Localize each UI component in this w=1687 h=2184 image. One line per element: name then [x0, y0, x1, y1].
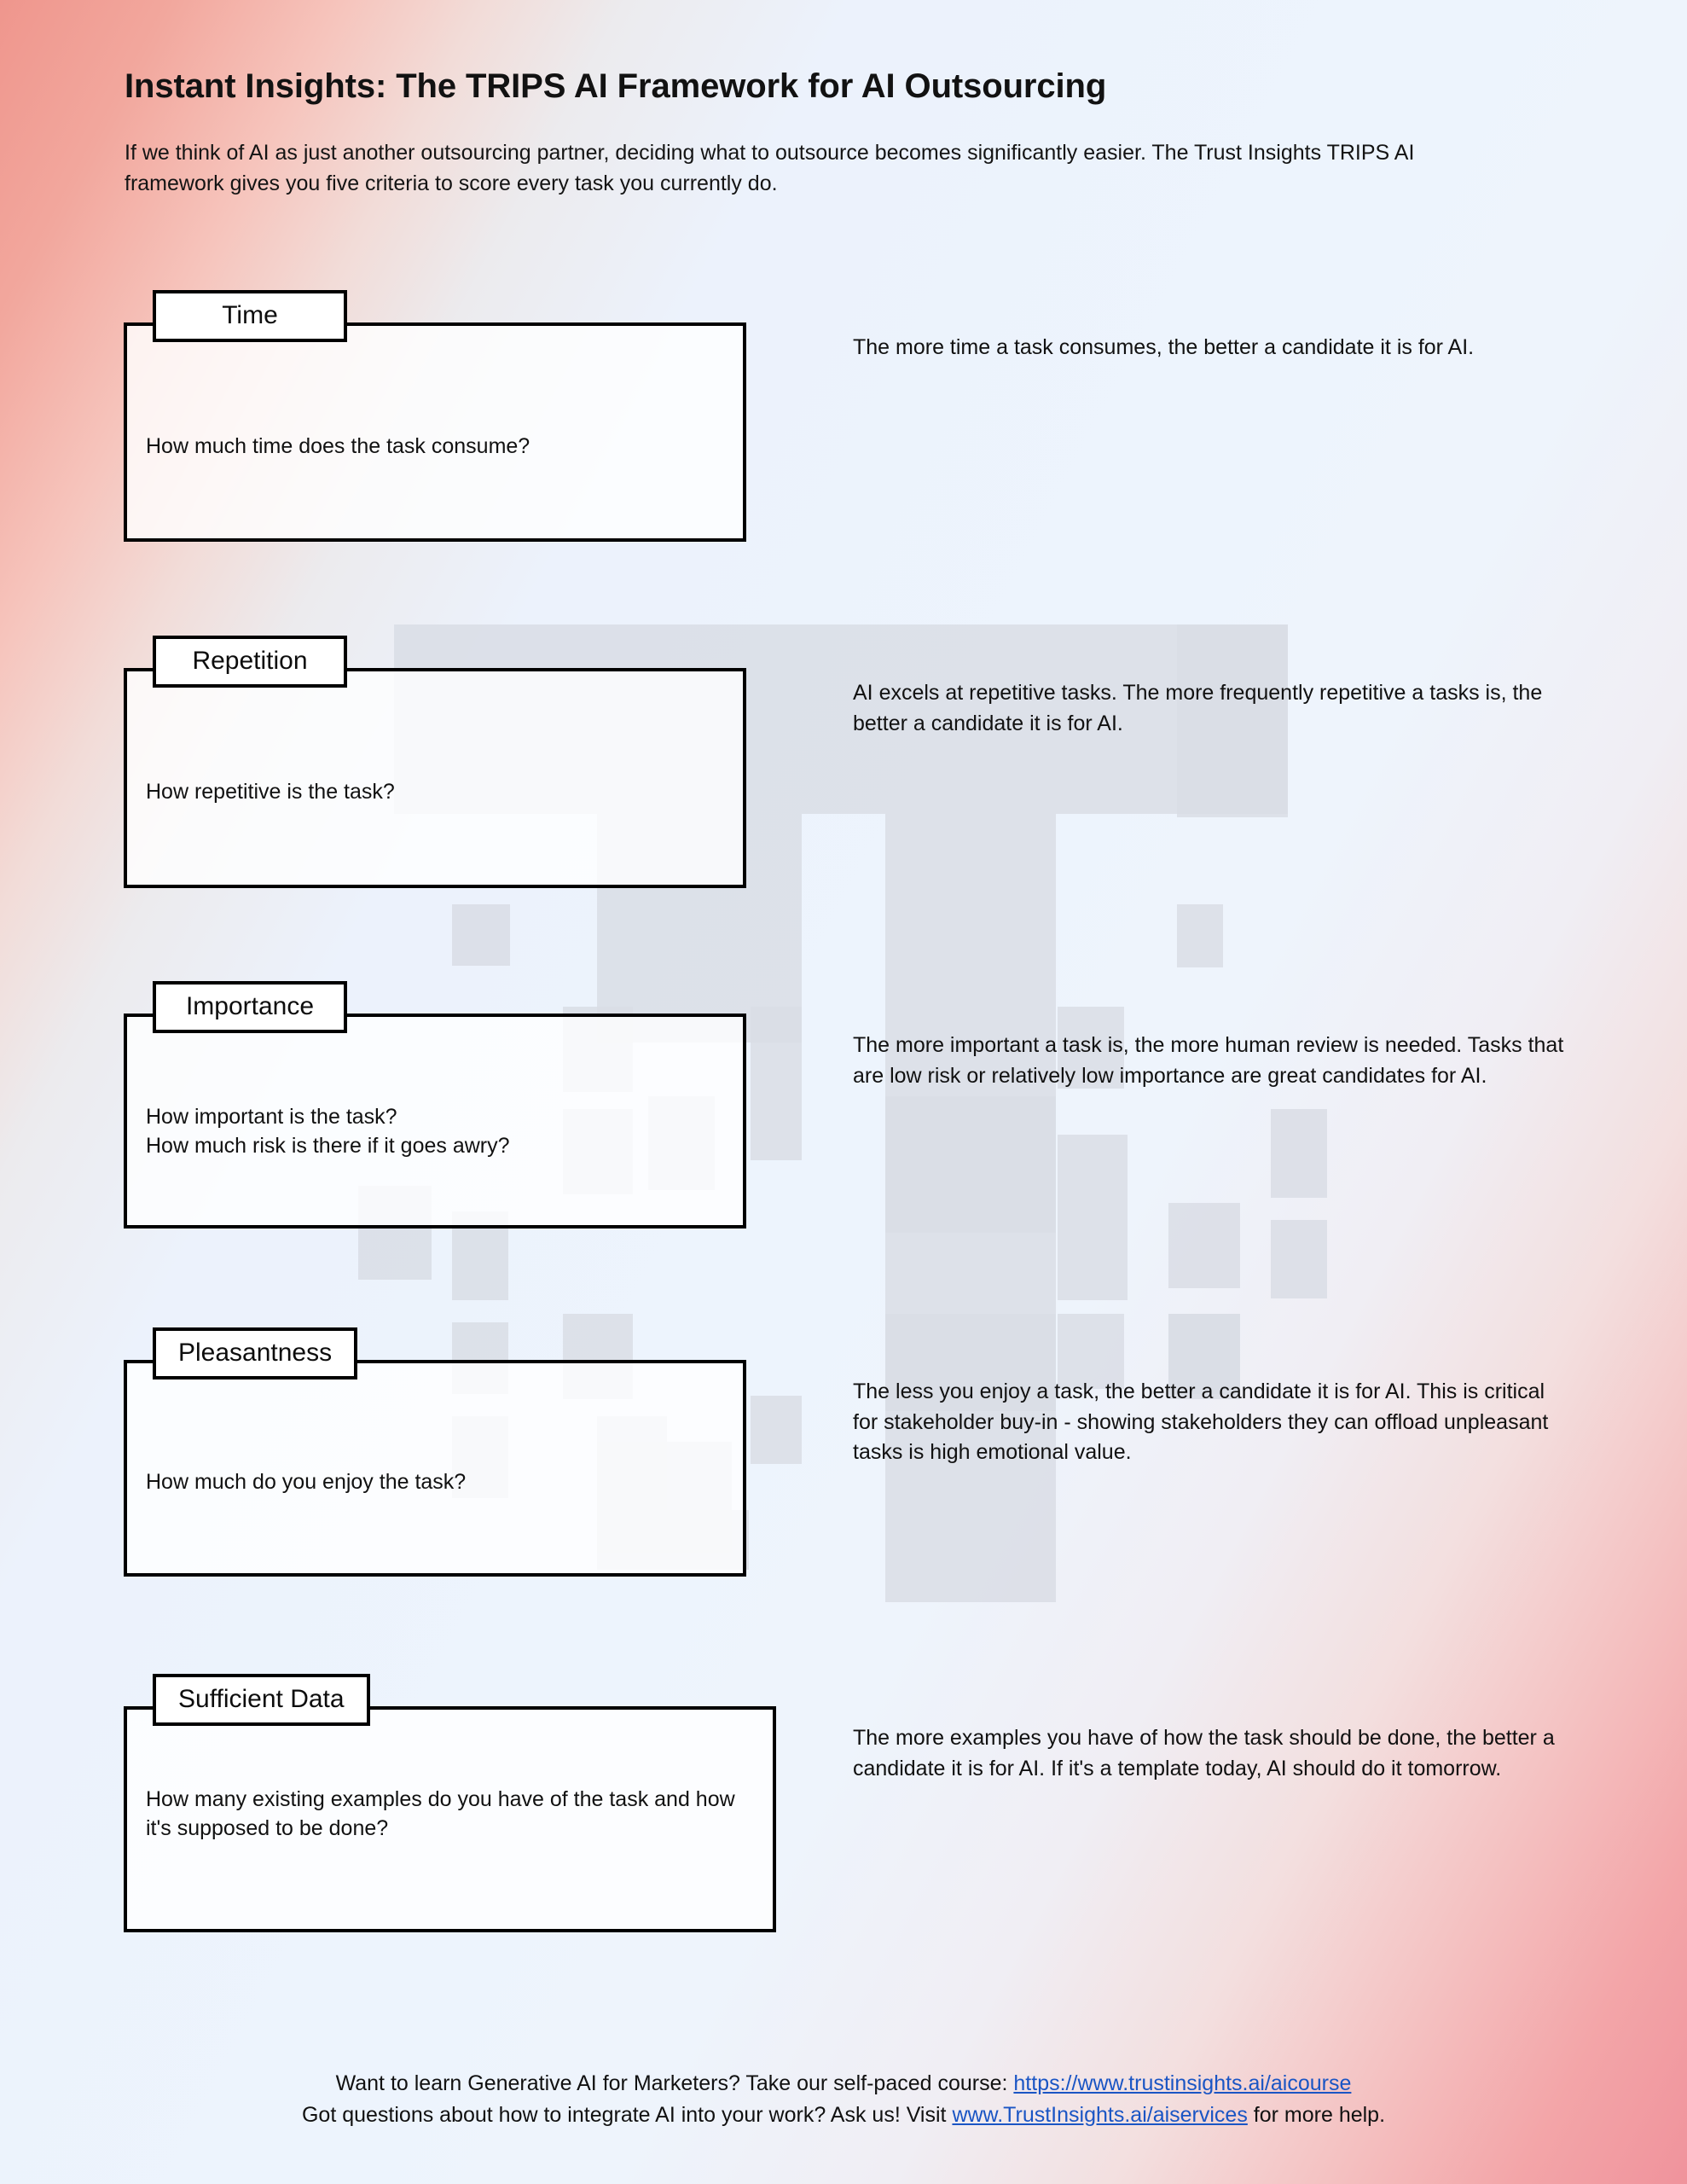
criterion-description-sufficient-data: The more examples you have of how the ta…	[853, 1726, 1555, 1780]
criterion-description-time: The more time a task consumes, the bette…	[853, 335, 1475, 359]
criterion-label: Pleasantness	[178, 1339, 333, 1367]
criterion-tab-sufficient-data: Sufficient Data	[153, 1674, 370, 1726]
criterion-label: Repetition	[192, 647, 308, 675]
criterion-tab-importance: Importance	[153, 981, 347, 1033]
footer: Want to learn Generative AI for Marketer…	[0, 2068, 1687, 2131]
criterion-question: How many existing examples do you have o…	[146, 1787, 735, 1840]
criterion-description-pleasantness: The less you enjoy a task, the better a …	[853, 1380, 1549, 1464]
criterion-question: How repetitive is the task?	[146, 780, 395, 804]
footer-line-services: Got questions about how to integrate AI …	[0, 2100, 1687, 2131]
criterion-card-importance: Importance How important is the task? Ho…	[124, 981, 746, 1228]
criterion-card-time: Time How much time does the task consume…	[124, 290, 746, 542]
criterion-tab-pleasantness: Pleasantness	[153, 1327, 358, 1380]
criterion-label: Importance	[185, 992, 315, 1020]
criterion-label: Sufficient Data	[178, 1685, 345, 1713]
criterion-card-pleasantness: Pleasantness How much do you enjoy the t…	[124, 1327, 746, 1577]
criterion-card-repetition: Repetition How repetitive is the task?	[124, 636, 746, 888]
infographic-page: Instant Insights: The TRIPS AI Framework…	[0, 0, 1687, 2184]
criterion-tab-repetition: Repetition	[153, 636, 347, 688]
footer-course-text: Want to learn Generative AI for Marketer…	[335, 2071, 1014, 2095]
aicourse-link[interactable]: https://www.trustinsights.ai/aicourse	[1013, 2071, 1351, 2095]
aiservices-link[interactable]: www.TrustInsights.ai/aiservices	[952, 2103, 1247, 2127]
footer-services-text: Got questions about how to integrate AI …	[301, 2103, 953, 2127]
criterion-question: How much time does the task consume?	[146, 434, 530, 458]
intro-paragraph: If we think of AI as just another outsou…	[125, 141, 1415, 195]
criterion-description-importance: The more important a task is, the more h…	[853, 1033, 1564, 1088]
header: Instant Insights: The TRIPS AI Framework…	[125, 67, 1523, 199]
criterion-description-repetition: AI excels at repetitive tasks. The more …	[853, 681, 1543, 735]
footer-services-suffix: for more help.	[1247, 2103, 1386, 2127]
page-title: Instant Insights: The TRIPS AI Framework…	[125, 67, 1107, 105]
criterion-card-sufficient-data: Sufficient Data How many existing exampl…	[124, 1674, 776, 1932]
criterion-label: Time	[222, 301, 278, 329]
criterion-question: How important is the task? How much risk…	[146, 1105, 510, 1158]
criterion-tab-time: Time	[153, 290, 347, 342]
criterion-question: How much do you enjoy the task?	[146, 1470, 467, 1494]
footer-line-course: Want to learn Generative AI for Marketer…	[0, 2068, 1687, 2100]
